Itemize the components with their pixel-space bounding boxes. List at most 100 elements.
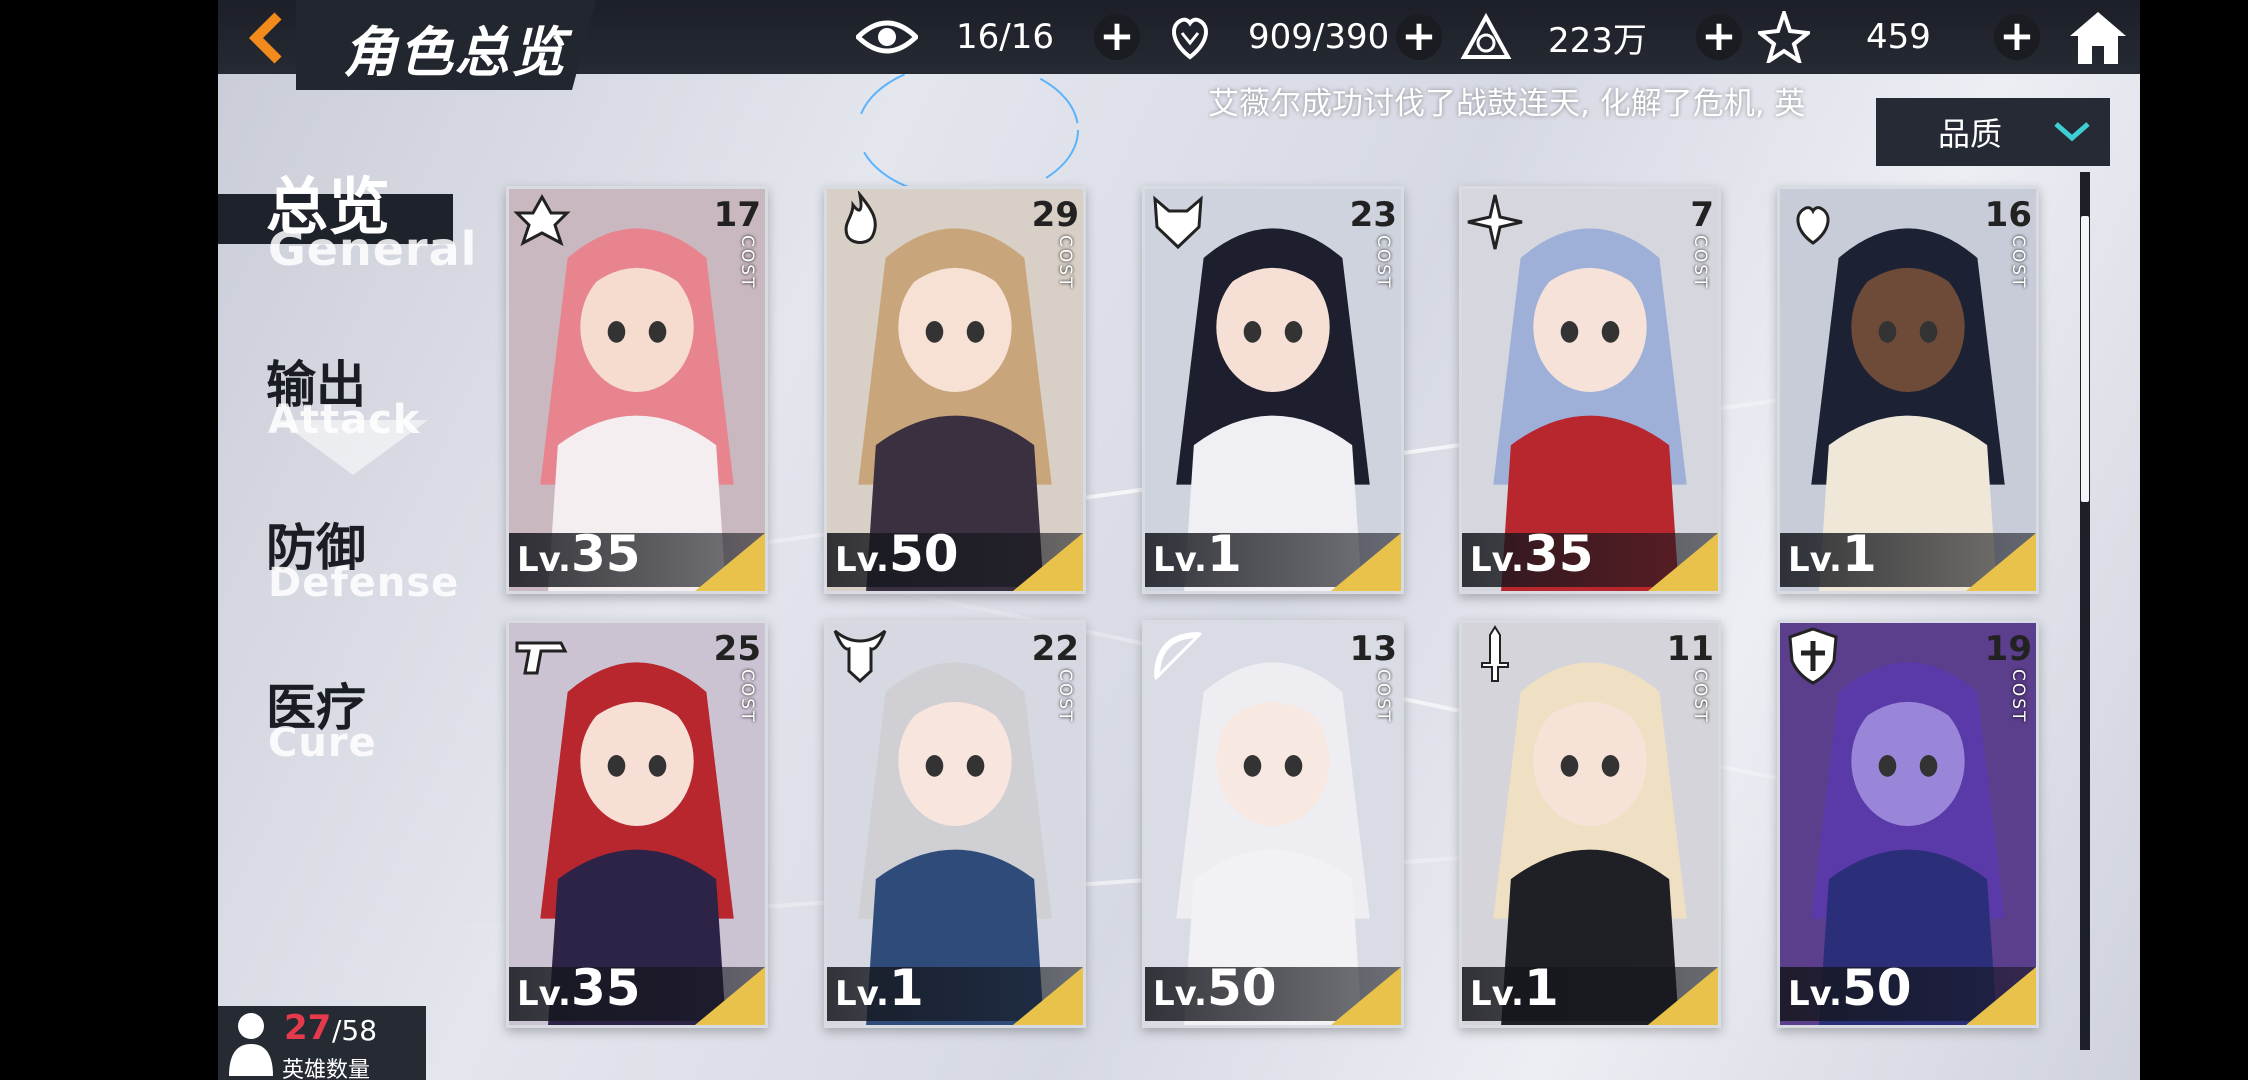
emblem-icon xyxy=(513,193,571,247)
level-prefix: Lv. xyxy=(1153,540,1207,580)
character-card[interactable]: 23 COST Lv.1 xyxy=(1142,186,1404,594)
back-button[interactable] xyxy=(238,8,298,68)
page-title: 角色总览 xyxy=(343,20,567,84)
level-display: Lv.35 xyxy=(517,959,641,1017)
level-display: Lv.1 xyxy=(1153,525,1242,583)
tab-general[interactable]: 总览 General xyxy=(218,150,476,276)
cost-display: 29 COST xyxy=(1031,195,1079,289)
horned-helmet-icon xyxy=(833,629,887,684)
character-card[interactable]: 19 COST Lv.50 xyxy=(1777,620,2039,1028)
cost-label: COST xyxy=(1055,669,1075,724)
level-value: 50 xyxy=(888,525,959,583)
cost-label: COST xyxy=(1055,235,1075,290)
cost-value: 29 xyxy=(1031,195,1079,235)
level-display: Lv.1 xyxy=(835,959,924,1017)
shield-cross-icon xyxy=(1788,627,1838,685)
shuriken-icon xyxy=(1467,194,1523,250)
cost-display: 25 COST xyxy=(713,629,761,723)
cost-display: 23 COST xyxy=(1349,195,1397,289)
character-card[interactable]: 25 COST Lv.35 xyxy=(506,620,768,1028)
home-icon xyxy=(2070,12,2126,64)
cost-label: COST xyxy=(737,669,757,724)
hero-count-current: 27 xyxy=(284,1008,332,1048)
level-value: 35 xyxy=(1523,525,1594,583)
character-card[interactable]: 29 COST Lv.50 xyxy=(824,186,1086,594)
character-card[interactable]: 16 COST Lv.1 xyxy=(1777,186,2039,594)
cost-display: 17 COST xyxy=(713,195,761,289)
level-display: Lv.50 xyxy=(835,525,959,583)
add-gem-button[interactable]: + xyxy=(1994,14,2040,60)
pyramid-coin-icon xyxy=(1460,13,1512,59)
add-eye-button[interactable]: + xyxy=(1094,14,1140,60)
sort-dropdown-label: 品质 xyxy=(1938,115,2003,153)
star-crystal-icon xyxy=(1758,11,1810,63)
gun-icon xyxy=(515,641,568,675)
dagger-icon xyxy=(1481,625,1509,682)
cost-label: COST xyxy=(2008,235,2028,290)
level-value: 50 xyxy=(1841,959,1912,1017)
scrollbar-thumb[interactable] xyxy=(2081,216,2089,502)
level-value: 35 xyxy=(570,959,641,1017)
hero-count-label: 英雄数量 xyxy=(282,1058,371,1080)
back-arrow-icon xyxy=(248,12,282,64)
cost-label: COST xyxy=(1373,235,1393,290)
level-display: Lv.1 xyxy=(1788,525,1877,583)
tab-defense[interactable]: 防御 Defense xyxy=(218,508,458,628)
cost-display: 19 COST xyxy=(1984,629,2032,723)
cost-label: COST xyxy=(1373,669,1393,724)
home-button[interactable] xyxy=(2066,6,2130,70)
sort-dropdown[interactable]: 品质 xyxy=(1876,98,2110,166)
level-prefix: Lv. xyxy=(1788,974,1842,1014)
level-value: 1 xyxy=(1523,959,1559,1017)
cost-display: 22 COST xyxy=(1031,629,1079,723)
bow-icon xyxy=(1153,631,1203,681)
tab-defense-sublabel: Defense xyxy=(268,560,460,606)
hero-count-panel: 27 /58 英雄数量 xyxy=(218,1006,426,1080)
level-prefix: Lv. xyxy=(1788,540,1842,580)
cost-value: 23 xyxy=(1349,195,1397,235)
level-prefix: Lv. xyxy=(517,974,571,1014)
cost-label: COST xyxy=(1690,669,1710,724)
cost-value: 25 xyxy=(713,629,761,669)
game-screen: 角色总览 16/16 + 909/390 + 223万 + 459 + 艾薇尔成… xyxy=(218,0,2140,1080)
character-card[interactable]: 13 COST Lv.50 xyxy=(1142,620,1404,1028)
cost-value: 17 xyxy=(713,195,761,235)
resource-gem-value: 459 xyxy=(1866,17,1931,57)
level-prefix: Lv. xyxy=(1153,974,1207,1014)
heart-hand-icon xyxy=(1172,17,1208,60)
person-icon xyxy=(229,1013,273,1076)
level-value: 35 xyxy=(570,525,641,583)
cost-display: 13 COST xyxy=(1349,629,1397,723)
resource-gold-value: 223万 xyxy=(1548,20,1647,61)
resource-stamina-value: 909/390 xyxy=(1248,17,1390,57)
level-display: Lv.1 xyxy=(1470,959,1559,1017)
chevron-down-icon xyxy=(2054,122,2090,142)
cost-value: 11 xyxy=(1666,629,1714,669)
add-gold-button[interactable]: + xyxy=(1696,14,1742,60)
tab-cure[interactable]: 医疗 Cure xyxy=(218,668,458,788)
character-card[interactable]: 22 COST Lv.1 xyxy=(824,620,1086,1028)
level-value: 1 xyxy=(888,959,924,1017)
cost-value: 13 xyxy=(1349,629,1397,669)
triangle-decor xyxy=(278,420,428,475)
tab-cure-sublabel: Cure xyxy=(268,720,377,766)
cost-display: 7 COST xyxy=(1666,195,1714,289)
tab-general-sublabel: General xyxy=(268,222,478,276)
cost-value: 7 xyxy=(1690,195,1714,235)
cost-label: COST xyxy=(2008,669,2028,724)
cost-display: 11 COST xyxy=(1666,629,1714,723)
level-prefix: Lv. xyxy=(1470,540,1524,580)
character-card[interactable]: 17 COST Lv.35 xyxy=(506,186,768,594)
add-stamina-button[interactable]: + xyxy=(1396,14,1442,60)
level-display: Lv.50 xyxy=(1153,959,1277,1017)
level-prefix: Lv. xyxy=(835,540,889,580)
level-display: Lv.35 xyxy=(517,525,641,583)
resource-eye-value: 16/16 xyxy=(956,17,1054,57)
cost-value: 22 xyxy=(1031,629,1079,669)
character-card[interactable]: 11 COST Lv.1 xyxy=(1459,620,1721,1028)
cost-value: 16 xyxy=(1984,195,2032,235)
character-card[interactable]: 7 COST Lv.35 xyxy=(1459,186,1721,594)
level-prefix: Lv. xyxy=(835,974,889,1014)
level-display: Lv.35 xyxy=(1470,525,1594,583)
level-prefix: Lv. xyxy=(517,540,571,580)
